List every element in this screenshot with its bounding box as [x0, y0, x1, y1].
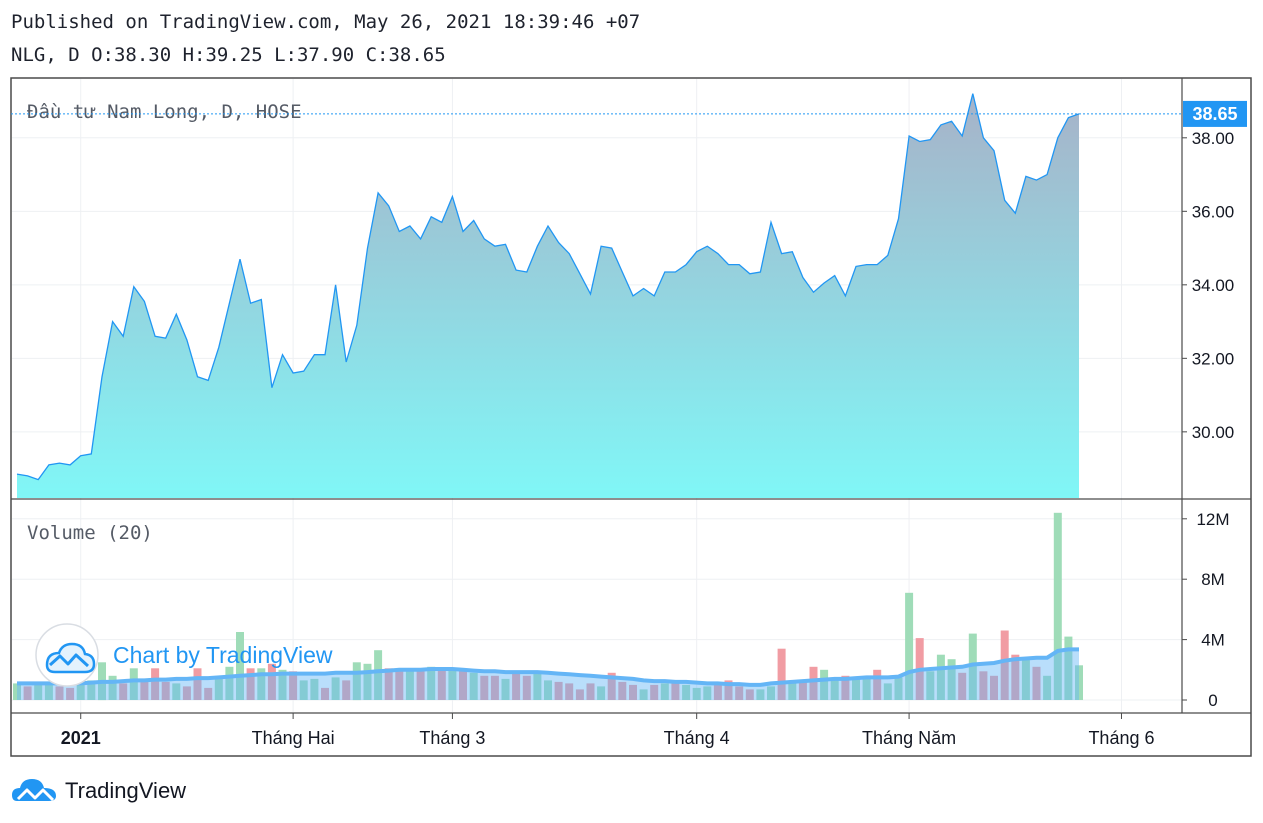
last-price-label: 38.65	[1192, 104, 1237, 124]
price-pane-title: Đầu tư Nam Long, D, HOSE	[27, 101, 302, 123]
volume-axis-label: 0	[1208, 691, 1217, 710]
price-axis-label: 30.00	[1192, 423, 1235, 442]
price-axis-label: 38.00	[1192, 129, 1235, 148]
volume-axis-label: 4M	[1201, 631, 1225, 650]
watermark-text: Chart by TradingView	[113, 642, 333, 668]
volume-axis-label: 8M	[1201, 570, 1225, 589]
price-axis-label: 32.00	[1192, 349, 1235, 368]
time-axis-label: Tháng 4	[664, 728, 730, 748]
time-axis-label: Tháng 6	[1088, 728, 1154, 748]
time-axis-label: 2021	[61, 728, 101, 748]
time-axis-label: Tháng Hai	[252, 728, 335, 748]
footer-brand-text: TradingView	[65, 778, 187, 803]
tradingview-logo-icon	[12, 779, 56, 802]
volume-pane-title: Volume (20)	[27, 522, 153, 544]
chart-area: Đầu tư Nam Long, D, HOSE Volume (20) 30.…	[10, 77, 1252, 757]
price-axis-label: 36.00	[1192, 202, 1235, 221]
time-axis-label: Tháng 3	[419, 728, 485, 748]
price-axis-label: 34.00	[1192, 276, 1235, 295]
volume-axis-label: 12M	[1196, 510, 1229, 529]
time-axis-label: Tháng Năm	[862, 728, 956, 748]
footer-brand[interactable]: TradingView	[11, 775, 186, 807]
